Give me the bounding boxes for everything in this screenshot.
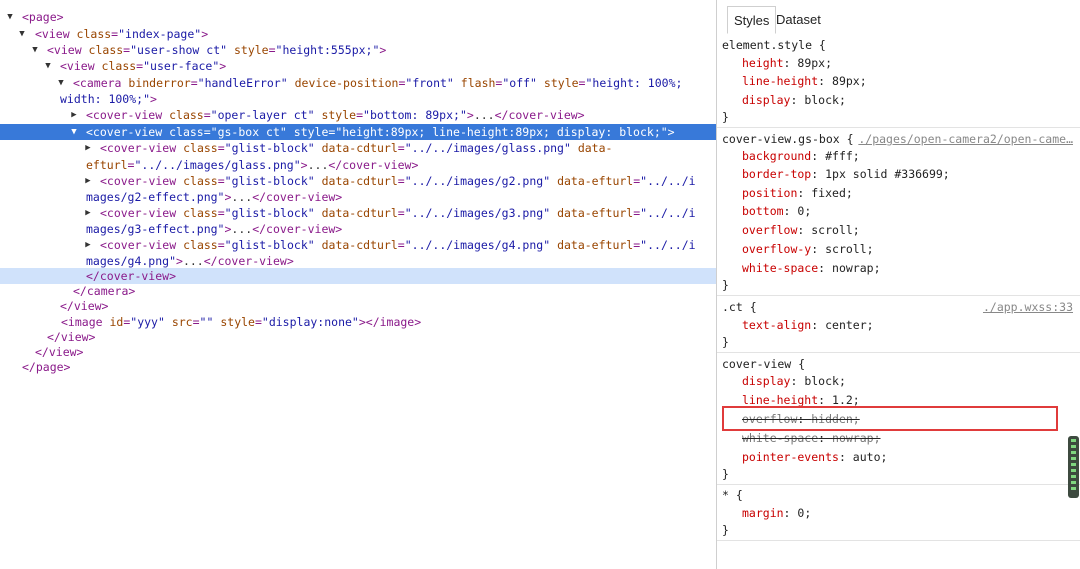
expand-triangle-icon[interactable]: ▶: [69, 107, 79, 123]
tree-node-markup: <view class="user-face">: [60, 59, 227, 73]
prop-white-space[interactable]: white-space: nowrap;: [742, 259, 1080, 277]
tree-node-markup: <cover-view class="glist-block" data-cdt…: [100, 238, 696, 252]
prop-line-height[interactable]: line-height: 89px;: [742, 72, 1080, 90]
tree-node-camera[interactable]: ▼ <camera binderror="handleError" device-…: [0, 75, 716, 91]
tree-node-markup: </view>: [47, 330, 96, 344]
rule-close: }: [722, 523, 729, 537]
annotation-highlight-box: [722, 406, 1058, 431]
tree-node-glist-g2-cont[interactable]: mages/g2-effect.png">...</cover-view>: [0, 189, 716, 205]
tree-node-markup: mages/g2-effect.png">...</cover-view>: [86, 190, 343, 204]
tree-node-glist-glass[interactable]: ▶ <cover-view class="glist-block" data-cd…: [0, 140, 716, 156]
expand-triangle-icon[interactable]: ▶: [83, 173, 93, 189]
tree-node-user-show-close[interactable]: </view>: [0, 329, 716, 345]
tab-styles[interactable]: Styles: [727, 6, 777, 34]
tree-node-user-face-close[interactable]: </view>: [0, 298, 716, 314]
ct-selector: .ct {./app.wxss:33: [722, 298, 1073, 316]
tree-node-glist-g4-cont[interactable]: mages/g4.png">...</cover-view>: [0, 253, 716, 269]
prop-bottom[interactable]: bottom: 0;: [742, 202, 1080, 220]
gs-box-source-link[interactable]: ./pages/open-camera2/open-came…: [858, 130, 1073, 148]
prop-overflow[interactable]: overflow: scroll;: [742, 221, 1080, 239]
tree-node-markup: <page>: [22, 10, 64, 24]
tree-node-index-page[interactable]: ▼ <view class="index-page">: [0, 26, 716, 42]
tree-node-markup: <cover-view class="glist-block" data-cdt…: [100, 174, 696, 188]
tree-node-page[interactable]: ▼ <page>: [0, 9, 716, 25]
prop-height[interactable]: height: 89px;: [742, 54, 1080, 72]
scrollbar-thumb[interactable]: [1068, 436, 1079, 498]
expand-triangle-icon[interactable]: ▶: [83, 140, 93, 156]
styles-pane: Styles Dataset element.style { height: 8…: [716, 0, 1080, 569]
tree-node-markup: <cover-view class="gs-box ct" style="hei…: [86, 125, 675, 139]
prop-border-top[interactable]: border-top: 1px solid #336699;: [742, 165, 1080, 183]
tree-node-markup: efturl="../../images/glass.png">...</cov…: [86, 158, 419, 172]
collapse-triangle-icon[interactable]: ▼: [30, 42, 40, 58]
collapse-triangle-icon[interactable]: ▼: [17, 26, 27, 42]
tree-node-camera-cont[interactable]: width: 100%;">: [0, 91, 716, 107]
tree-node-markup: </view>: [60, 299, 109, 313]
tree-node-page-close[interactable]: </page>: [0, 359, 716, 375]
tree-node-markup: <view class="index-page">: [35, 27, 209, 41]
prop-display[interactable]: display: block;: [742, 91, 1080, 109]
tree-node-markup: <camera binderror="handleError" device-p…: [73, 76, 683, 90]
tree-node-markup: width: 100%;">: [60, 92, 157, 106]
rule-close: }: [722, 278, 729, 292]
prop-text-align[interactable]: text-align: center;: [742, 316, 1080, 334]
tree-node-gs-box[interactable]: ▼ <cover-view class="gs-box ct" style="he…: [0, 124, 716, 140]
rule-divider: [717, 352, 1080, 353]
prop-white-space-overridden[interactable]: white-space: nowrap;: [742, 429, 1080, 447]
tree-node-index-page-close[interactable]: </view>: [0, 344, 716, 360]
tree-node-markup: <cover-view class="glist-block" data-cdt…: [100, 141, 613, 155]
tree-node-markup: mages/g3-effect.png">...</cover-view>: [86, 222, 343, 236]
tree-node-user-face[interactable]: ▼ <view class="user-face">: [0, 58, 716, 74]
tree-node-markup: </page>: [22, 360, 71, 374]
tree-node-markup: <cover-view class="glist-block" data-cdt…: [100, 206, 696, 220]
prop-pointer-events[interactable]: pointer-events: auto;: [742, 448, 1080, 466]
sidebar-tabs: Styles Dataset: [717, 0, 1080, 34]
tree-node-markup: </camera>: [73, 284, 136, 298]
prop-overflow-y[interactable]: overflow-y: scroll;: [742, 240, 1080, 258]
rule-divider: [717, 295, 1080, 296]
tree-node-gs-box-close[interactable]: </cover-view>: [0, 268, 716, 284]
universal-selector: * {: [722, 488, 743, 502]
prop-margin[interactable]: margin: 0;: [742, 504, 1080, 522]
tree-node-markup: <view class="user-show ct" style="height…: [47, 43, 387, 57]
collapse-triangle-icon[interactable]: ▼: [69, 124, 79, 140]
tree-node-markup: </view>: [35, 345, 84, 359]
tree-node-glist-g4[interactable]: ▶ <cover-view class="glist-block" data-cd…: [0, 237, 716, 253]
tree-node-markup: mages/g4.png">...</cover-view>: [86, 254, 294, 268]
rule-close: }: [722, 335, 729, 349]
rule-close: }: [722, 467, 729, 481]
tree-node-oper-layer[interactable]: ▶ <cover-view class="oper-layer ct" style…: [0, 107, 716, 123]
tree-node-camera-close[interactable]: </camera>: [0, 283, 716, 299]
element-style-selector: element.style {: [722, 38, 826, 52]
collapse-triangle-icon[interactable]: ▼: [5, 9, 15, 25]
elements-tree[interactable]: ▼ <page> ▼ <view class="index-page"> ▼ <view …: [0, 0, 716, 569]
tree-node-glist-g3-cont[interactable]: mages/g3-effect.png">...</cover-view>: [0, 221, 716, 237]
tree-node-user-show[interactable]: ▼ <view class="user-show ct" style="heigh…: [0, 42, 716, 58]
rule-divider: [717, 127, 1080, 128]
tree-node-markup: </cover-view>: [86, 269, 177, 283]
collapse-triangle-icon[interactable]: ▼: [56, 75, 66, 91]
rule-divider: [717, 484, 1080, 485]
rule-close: }: [722, 110, 729, 124]
expand-triangle-icon[interactable]: ▶: [83, 237, 93, 253]
prop-background[interactable]: background: #fff;: [742, 147, 1080, 165]
tree-node-glist-glass-cont[interactable]: efturl="../../images/glass.png">...</cov…: [0, 157, 716, 173]
expand-triangle-icon[interactable]: ▶: [83, 205, 93, 221]
tree-node-markup: <image id="yyy" src="" style="display:no…: [61, 315, 422, 329]
prop-display[interactable]: display: block;: [742, 372, 1080, 390]
gs-box-selector: cover-view.gs-box {./pages/open-camera2/…: [722, 130, 1073, 148]
tab-dataset[interactable]: Dataset: [770, 6, 827, 34]
collapse-triangle-icon[interactable]: ▼: [43, 58, 53, 74]
cover-view-selector: cover-view {: [722, 357, 806, 371]
tree-node-image-yyy[interactable]: <image id="yyy" src="" style="display:no…: [0, 314, 716, 330]
tree-node-glist-g3[interactable]: ▶ <cover-view class="glist-block" data-cd…: [0, 205, 716, 221]
rule-divider: [717, 540, 1080, 541]
tree-node-glist-g2[interactable]: ▶ <cover-view class="glist-block" data-cd…: [0, 173, 716, 189]
prop-position[interactable]: position: fixed;: [742, 184, 1080, 202]
tree-node-markup: <cover-view class="oper-layer ct" style=…: [86, 108, 585, 122]
ct-source-link[interactable]: ./app.wxss:33: [983, 298, 1073, 316]
